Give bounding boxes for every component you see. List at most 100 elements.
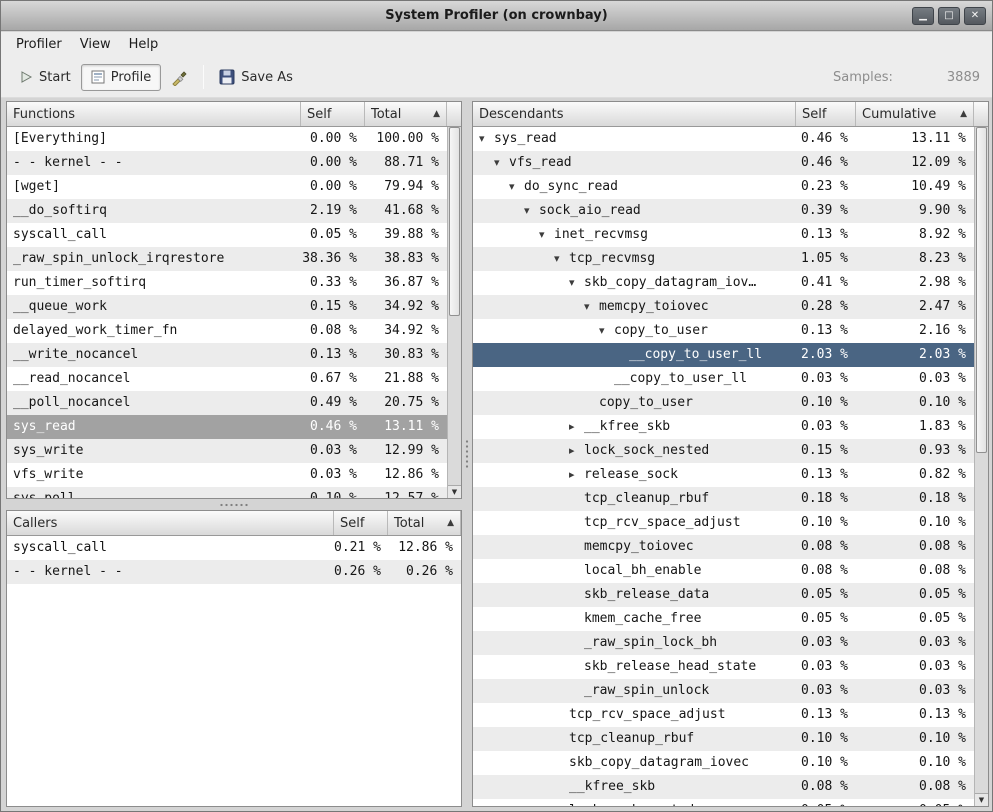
reset-button[interactable] [161, 63, 198, 92]
cumulative-percent: 8.92 % [856, 223, 974, 247]
menu-profiler[interactable]: Profiler [7, 34, 71, 55]
table-row[interactable]: tcp_rcv_space_adjust0.10 %0.10 % [473, 511, 974, 535]
functions-header: Functions Self Total ▲ [7, 102, 461, 127]
total-percent: 21.88 % [365, 367, 447, 391]
horizontal-splitter[interactable] [6, 499, 462, 510]
table-row[interactable]: - - kernel - -0.00 %88.71 % [7, 151, 447, 175]
tree-expander-icon[interactable]: ▸ [569, 439, 584, 463]
table-row[interactable]: ▾do_sync_read0.23 %10.49 % [473, 175, 974, 199]
self-percent: 0.46 % [796, 151, 856, 175]
table-row[interactable]: ▾memcpy_toiovec0.28 %2.47 % [473, 295, 974, 319]
column-header-callers[interactable]: Callers [7, 511, 334, 535]
table-row[interactable]: [Everything]0.00 %100.00 % [7, 127, 447, 151]
scroll-down-button[interactable]: ▼ [448, 485, 461, 498]
column-header-label: Functions [13, 107, 75, 122]
column-header-total[interactable]: Total ▲ [365, 102, 447, 126]
column-header-self[interactable]: Self [301, 102, 365, 126]
table-row[interactable]: ▸release_sock0.13 %0.82 % [473, 463, 974, 487]
column-header-functions[interactable]: Functions [7, 102, 301, 126]
table-row[interactable]: copy_to_user0.10 %0.10 % [473, 391, 974, 415]
menu-help[interactable]: Help [120, 34, 168, 55]
toolbar-separator [203, 65, 204, 89]
tree-expander-icon[interactable]: ▾ [524, 199, 539, 223]
descendants-scrollbar[interactable]: ▼ [974, 127, 988, 806]
menu-view[interactable]: View [71, 34, 120, 55]
tree-expander-icon[interactable]: ▾ [554, 247, 569, 271]
tree-expander-icon[interactable]: ▾ [539, 223, 554, 247]
self-percent: 0.10 % [796, 511, 856, 535]
tree-expander-icon[interactable]: ▸ [569, 463, 584, 487]
table-row[interactable]: memcpy_toiovec0.08 %0.08 % [473, 535, 974, 559]
column-header-total[interactable]: Total ▲ [388, 511, 461, 535]
functions-scrollbar[interactable]: ▼ [447, 127, 461, 498]
table-row[interactable]: ▾skb_copy_datagram_iov…0.41 %2.98 % [473, 271, 974, 295]
scrollbar-thumb[interactable] [976, 127, 987, 453]
start-button[interactable]: Start [9, 64, 81, 91]
self-percent: 0.03 % [796, 679, 856, 703]
table-row[interactable]: __do_softirq2.19 %41.68 % [7, 199, 447, 223]
table-row[interactable]: local_bh_enable0.08 %0.08 % [473, 559, 974, 583]
table-row[interactable]: ▾sys_read0.46 %13.11 % [473, 127, 974, 151]
tree-expander-icon[interactable]: ▸ [569, 415, 584, 439]
table-row[interactable]: ▾inet_recvmsg0.13 %8.92 % [473, 223, 974, 247]
column-header-self[interactable]: Self [334, 511, 388, 535]
table-row[interactable]: _raw_spin_lock_bh0.03 %0.03 % [473, 631, 974, 655]
close-button[interactable]: ✕ [964, 7, 986, 25]
tree-expander-icon[interactable]: ▾ [479, 127, 494, 151]
table-row[interactable]: run_timer_softirq0.33 %36.87 % [7, 271, 447, 295]
column-header-cumulative[interactable]: Cumulative ▲ [856, 102, 974, 126]
table-row[interactable]: ▸__kfree_skb0.03 %1.83 % [473, 415, 974, 439]
table-row[interactable]: [wget]0.00 %79.94 % [7, 175, 447, 199]
titlebar[interactable]: System Profiler (on crownbay) ▁ □ ✕ [1, 1, 992, 31]
table-row[interactable]: tcp_cleanup_rbuf0.18 %0.18 % [473, 487, 974, 511]
tree-expander-icon[interactable]: ▾ [599, 319, 614, 343]
table-row[interactable]: _raw_spin_unlock_irqrestore38.36 %38.83 … [7, 247, 447, 271]
table-row[interactable]: __read_nocancel0.67 %21.88 % [7, 367, 447, 391]
tree-expander-icon[interactable]: ▾ [569, 271, 584, 295]
table-row[interactable]: __queue_work0.15 %34.92 % [7, 295, 447, 319]
table-row[interactable]: kmem_cache_free0.05 %0.05 % [473, 607, 974, 631]
maximize-button[interactable]: □ [938, 7, 960, 25]
tree-expander-icon[interactable]: ▾ [584, 295, 599, 319]
table-row[interactable]: skb_release_head_state0.03 %0.03 % [473, 655, 974, 679]
tree-expander-icon[interactable]: ▾ [494, 151, 509, 175]
table-row[interactable]: syscall_call0.05 %39.88 % [7, 223, 447, 247]
table-row[interactable]: tcp_rcv_space_adjust0.13 %0.13 % [473, 703, 974, 727]
table-row[interactable]: delayed_work_timer_fn0.08 %34.92 % [7, 319, 447, 343]
table-row[interactable]: lock_sock_nested0.05 %0.05 % [473, 799, 974, 806]
table-row[interactable]: skb_copy_datagram_iovec0.10 %0.10 % [473, 751, 974, 775]
function-name: __queue_work [7, 295, 301, 319]
column-header-self[interactable]: Self [796, 102, 856, 126]
table-row[interactable]: - - kernel - -0.26 %0.26 % [7, 560, 461, 584]
table-row[interactable]: vfs_write0.03 %12.86 % [7, 463, 447, 487]
table-row[interactable]: __copy_to_user_ll0.03 %0.03 % [473, 367, 974, 391]
scrollbar-thumb[interactable] [449, 127, 460, 316]
tree-expander-icon[interactable]: ▾ [509, 175, 524, 199]
table-row[interactable]: _raw_spin_unlock0.03 %0.03 % [473, 679, 974, 703]
total-percent: 34.92 % [365, 319, 447, 343]
table-row[interactable]: sys_read0.46 %13.11 % [7, 415, 447, 439]
save-as-button[interactable]: Save As [209, 63, 303, 91]
self-percent: 0.26 % [334, 560, 388, 584]
total-percent: 88.71 % [365, 151, 447, 175]
table-row[interactable]: ▾copy_to_user0.13 %2.16 % [473, 319, 974, 343]
table-row[interactable]: syscall_call0.21 %12.86 % [7, 536, 461, 560]
scroll-down-button[interactable]: ▼ [975, 793, 988, 806]
floppy-save-icon [219, 69, 235, 85]
table-row[interactable]: __poll_nocancel0.49 %20.75 % [7, 391, 447, 415]
table-row[interactable]: ▾sock_aio_read0.39 %9.90 % [473, 199, 974, 223]
vertical-splitter[interactable] [462, 101, 472, 807]
table-row[interactable]: __write_nocancel0.13 %30.83 % [7, 343, 447, 367]
table-row[interactable]: sys_write0.03 %12.99 % [7, 439, 447, 463]
table-row[interactable]: ▸lock_sock_nested0.15 %0.93 % [473, 439, 974, 463]
column-header-descendants[interactable]: Descendants [473, 102, 796, 126]
table-row[interactable]: __kfree_skb0.08 %0.08 % [473, 775, 974, 799]
table-row[interactable]: skb_release_data0.05 %0.05 % [473, 583, 974, 607]
table-row[interactable]: sys_poll0.10 %12.57 % [7, 487, 447, 498]
table-row[interactable]: ▾tcp_recvmsg1.05 %8.23 % [473, 247, 974, 271]
table-row[interactable]: __copy_to_user_ll2.03 %2.03 % [473, 343, 974, 367]
table-row[interactable]: tcp_cleanup_rbuf0.10 %0.10 % [473, 727, 974, 751]
minimize-button[interactable]: ▁ [912, 7, 934, 25]
profile-button[interactable]: Profile [81, 64, 161, 91]
table-row[interactable]: ▾vfs_read0.46 %12.09 % [473, 151, 974, 175]
